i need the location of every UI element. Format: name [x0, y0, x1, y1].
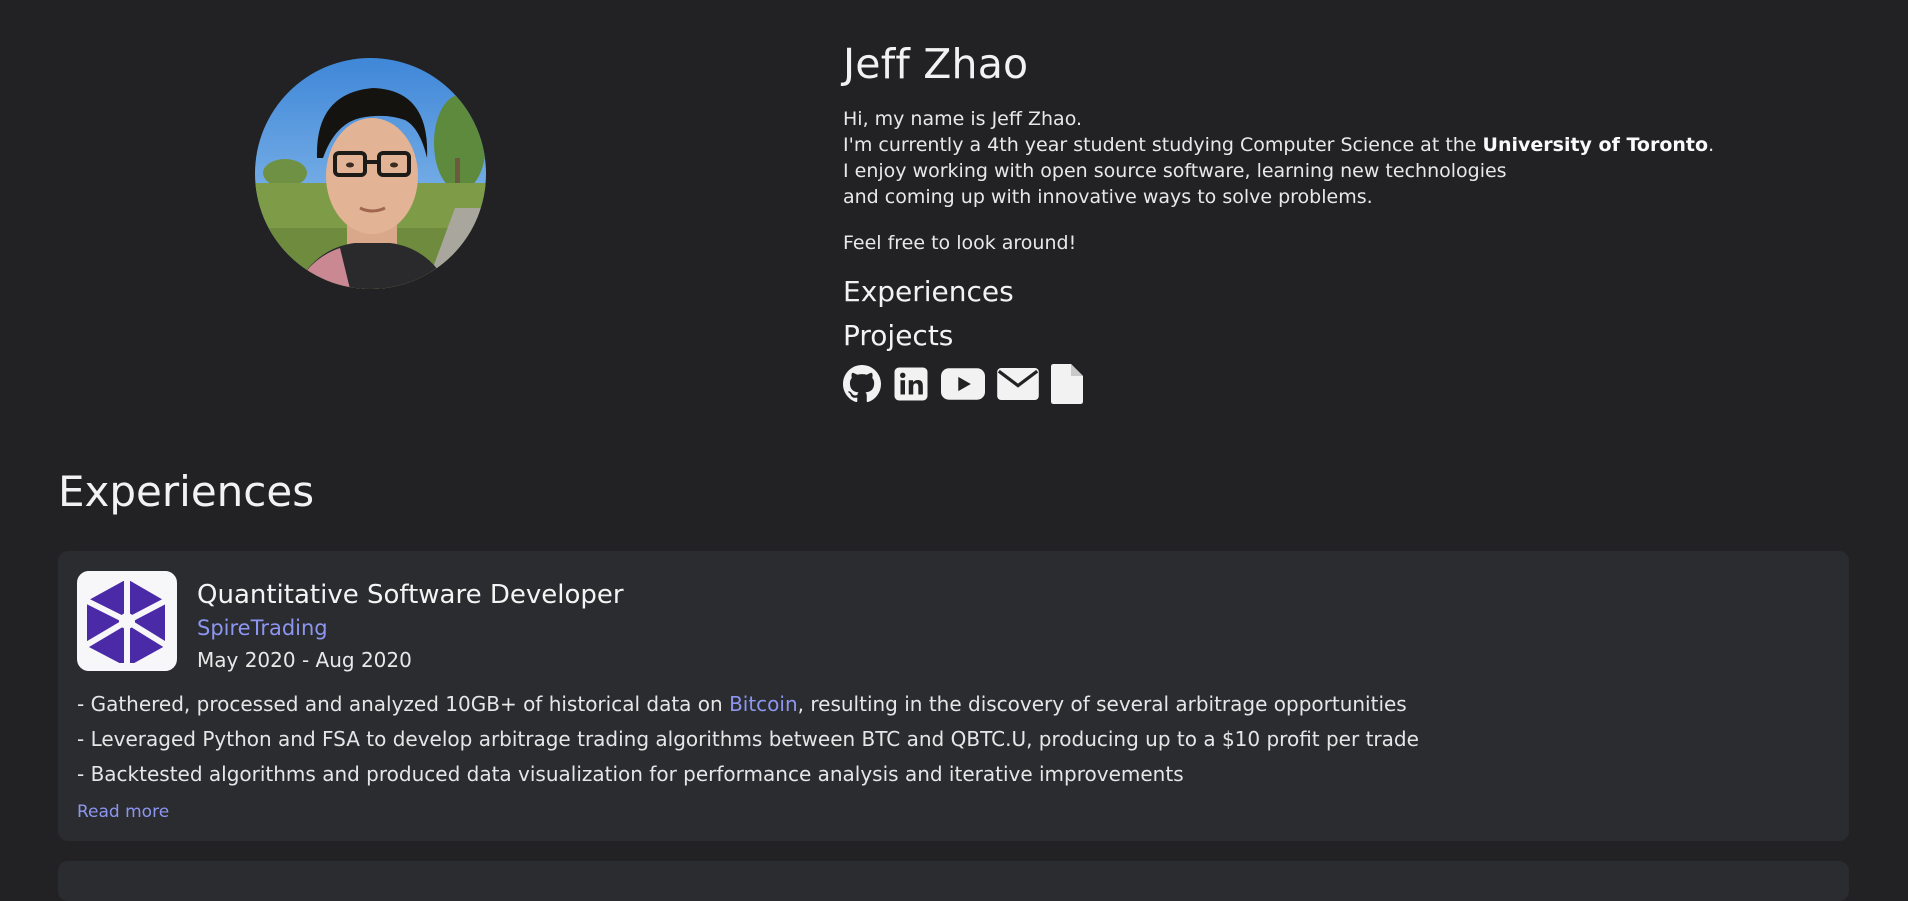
bio-text: . — [1708, 134, 1715, 156]
bullet-item: - Backtested algorithms and produced dat… — [77, 762, 1184, 786]
resume-icon[interactable] — [1051, 364, 1083, 404]
university-name: University of Toronto — [1482, 134, 1709, 156]
bio-line: I enjoy working with open source softwar… — [843, 160, 1507, 182]
bullet-item: - Gathered, processed and analyzed 10GB+… — [77, 691, 1827, 717]
experience-card — [58, 861, 1849, 901]
job-bullets: - Gathered, processed and analyzed 10GB+… — [77, 691, 1827, 796]
job-header: Quantitative Software Developer SpireTra… — [197, 578, 624, 674]
profile-photo — [255, 58, 486, 289]
bio-line: and coming up with innovative ways to so… — [843, 186, 1373, 208]
nav-projects-link[interactable]: Projects — [843, 318, 1843, 354]
job-title: Quantitative Software Developer — [197, 580, 624, 610]
social-links — [843, 364, 1843, 404]
linkedin-icon[interactable] — [893, 366, 929, 402]
nav-experiences-link[interactable]: Experiences — [843, 274, 1843, 310]
bio-line: Hi, my name is Jeff Zhao. — [843, 108, 1083, 130]
bullet-text: - Gathered, processed and analyzed 10GB+… — [77, 692, 730, 716]
email-icon[interactable] — [997, 368, 1039, 400]
bio-line: I'm currently a 4th year student studyin… — [843, 132, 1843, 158]
experience-card: Quantitative Software Developer SpireTra… — [58, 551, 1849, 841]
bio-line: Feel free to look around! — [843, 232, 1077, 254]
intro-section: Jeff Zhao Hi, my name is Jeff Zhao. I'm … — [843, 36, 1843, 404]
bullet-item: - Leveraged Python and FSA to develop ar… — [77, 727, 1419, 751]
company-link[interactable]: SpireTrading — [197, 614, 624, 642]
job-dates: May 2020 - Aug 2020 — [197, 648, 412, 672]
read-more-link[interactable]: Read more — [77, 800, 169, 824]
bullet-text: , resulting in the discovery of several … — [797, 692, 1407, 716]
bio-text: I'm currently a 4th year student studyin… — [843, 134, 1483, 156]
bitcoin-link[interactable]: Bitcoin — [729, 692, 798, 716]
bio: Hi, my name is Jeff Zhao. I'm currently … — [843, 106, 1843, 256]
experiences-heading: Experiences — [58, 467, 315, 516]
profile-name: Jeff Zhao — [843, 40, 1029, 88]
spiretrading-logo — [77, 571, 177, 671]
github-icon[interactable] — [843, 365, 881, 403]
youtube-icon[interactable] — [941, 368, 985, 400]
